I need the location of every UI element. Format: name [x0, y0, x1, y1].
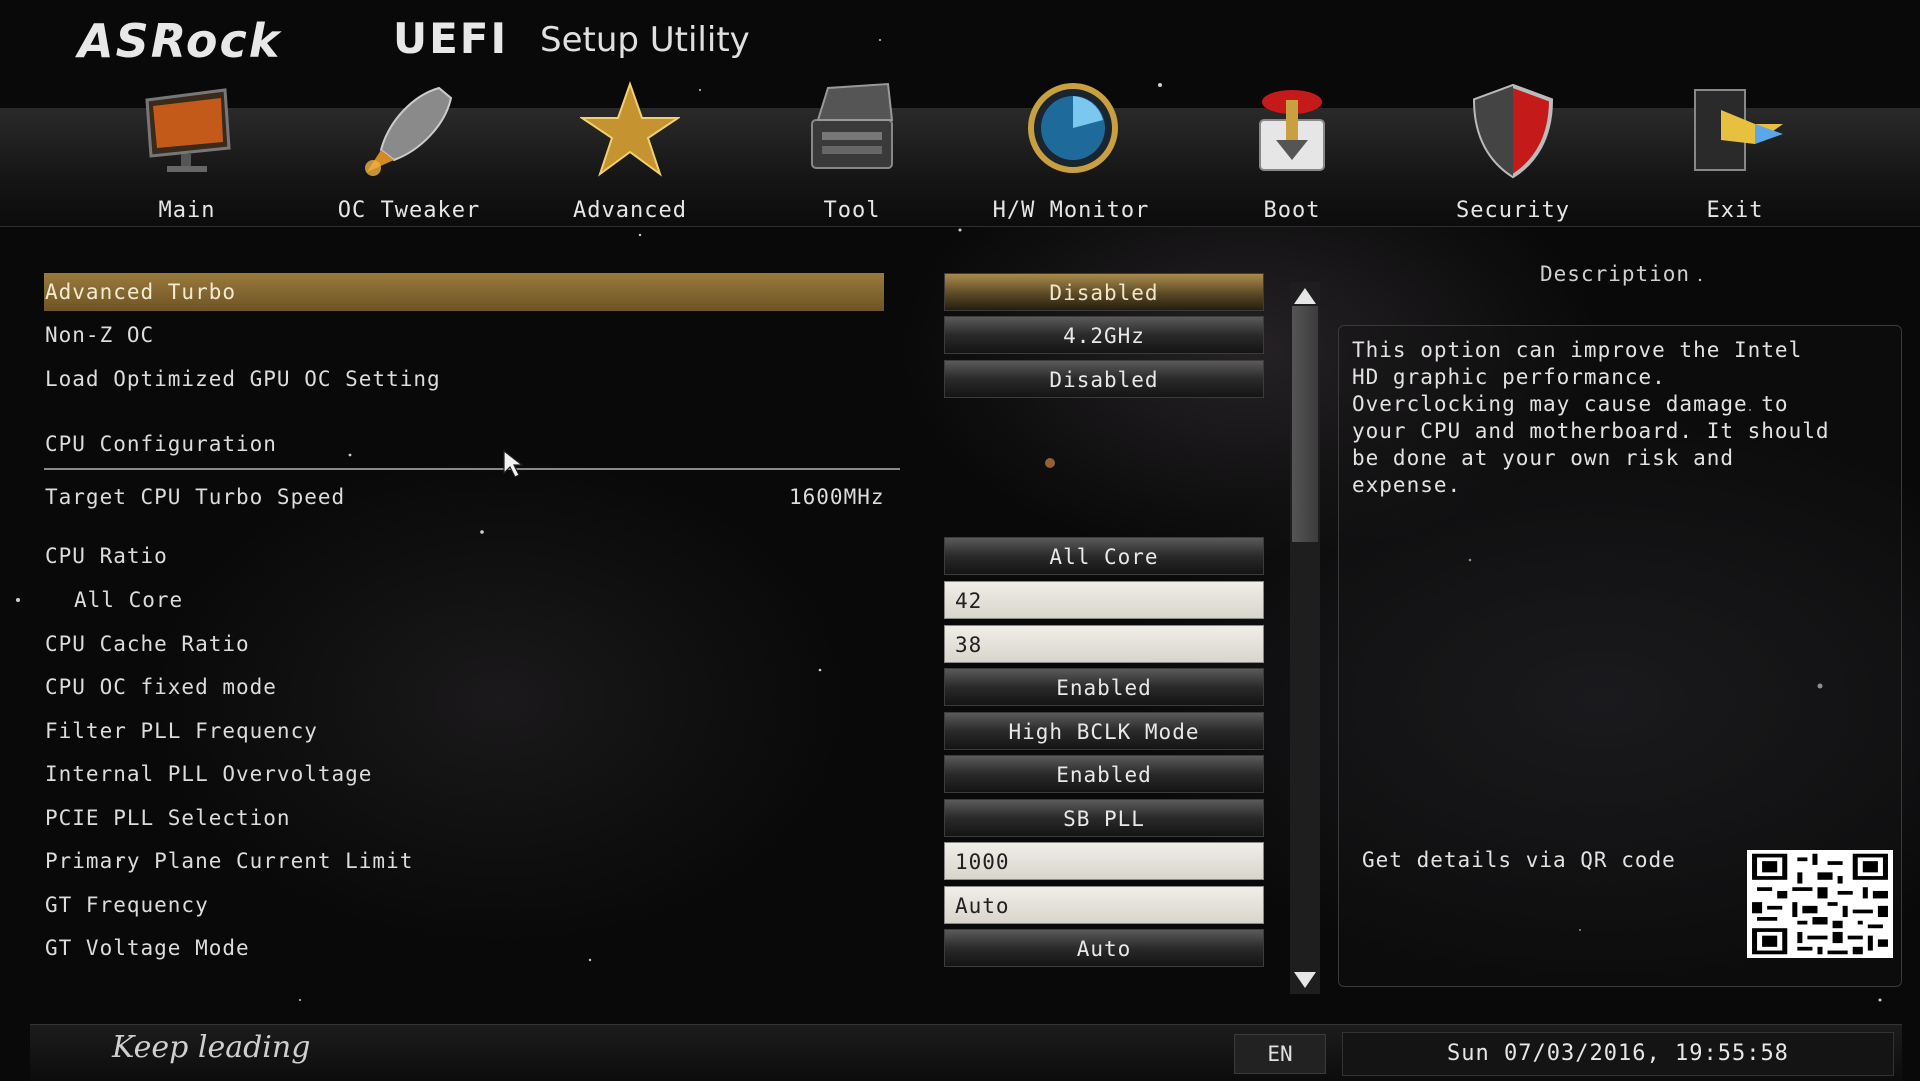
tab-exit-label: Exit — [1706, 198, 1764, 223]
uefi-title: UEFI — [393, 14, 509, 63]
setting-primary-plane-current-limit[interactable]: Primary Plane Current Limit — [44, 842, 884, 880]
star-icon — [580, 80, 680, 177]
setting-label: Target CPU Turbo Speed — [45, 485, 346, 509]
setting-cpu-cache-ratio[interactable]: CPU Cache Ratio — [44, 625, 884, 663]
setting-label: All Core — [74, 588, 184, 612]
setting-label: Non-Z OC — [45, 323, 155, 347]
tab-tool[interactable]: Tool — [757, 74, 947, 224]
setting-gt-frequency[interactable]: GT Frequency — [44, 886, 884, 924]
monitor-icon — [145, 88, 231, 172]
tab-oc-tweaker[interactable]: OC Tweaker — [314, 74, 504, 224]
setting-pcie-pll-selection[interactable]: PCIE PLL Selection — [44, 799, 884, 837]
setting-label: Advanced Turbo — [45, 280, 237, 304]
readonly-value: 1600MHz — [789, 485, 885, 509]
gpu-oc-select[interactable]: Disabled — [944, 360, 1264, 398]
setting-cpu-oc-fixed-mode[interactable]: CPU OC fixed mode — [44, 668, 884, 706]
description-line: Overclocking may cause damage to — [1352, 392, 1789, 416]
section-divider — [44, 468, 900, 470]
setting-filter-pll-frequency[interactable]: Filter PLL Frequency — [44, 712, 884, 750]
filter-pll-frequency-select[interactable]: High BCLK Mode — [944, 712, 1264, 750]
setting-label: GT Voltage Mode — [45, 936, 250, 960]
mouse-pointer-icon — [503, 449, 524, 478]
shield-icon — [1472, 83, 1554, 179]
description-line: HD graphic performance. — [1352, 365, 1666, 389]
tab-boot-label: Boot — [1263, 198, 1321, 223]
setting-internal-pll-overvoltage[interactable]: Internal PLL Overvoltage — [44, 755, 884, 793]
rocket-icon — [365, 86, 453, 176]
tab-boot[interactable]: Boot — [1197, 74, 1387, 224]
pcie-pll-selection-select[interactable]: SB PLL — [944, 799, 1264, 837]
scroll-down-arrow-icon[interactable] — [1290, 968, 1320, 992]
description-line: your CPU and motherboard. It should — [1352, 419, 1830, 443]
tab-hw-monitor[interactable]: H/W Monitor — [976, 74, 1166, 224]
primary-plane-current-limit-input[interactable]: 1000 — [944, 842, 1264, 880]
setting-non-z-oc[interactable]: Non-Z OC — [44, 316, 884, 354]
setup-utility-title: Setup Utility — [540, 20, 750, 60]
tab-advanced[interactable]: Advanced — [535, 74, 725, 224]
setting-label: Primary Plane Current Limit — [45, 849, 414, 873]
slogan: Keep leading — [112, 1030, 311, 1065]
tab-advanced-label: Advanced — [573, 198, 687, 223]
all-core-input[interactable]: 42 — [944, 581, 1264, 619]
setting-label: Filter PLL Frequency — [45, 719, 318, 743]
setting-cpu-ratio[interactable]: CPU Ratio — [44, 537, 884, 575]
asrock-logo: ASRock — [78, 14, 282, 68]
setting-label: CPU OC fixed mode — [45, 675, 277, 699]
advanced-turbo-select[interactable]: Disabled — [944, 273, 1264, 311]
setting-all-core[interactable]: All Core — [44, 581, 884, 619]
setting-label: Internal PLL Overvoltage — [45, 762, 373, 786]
cpu-ratio-select[interactable]: All Core — [944, 537, 1264, 575]
setting-label: PCIE PLL Selection — [45, 806, 291, 830]
setting-advanced-turbo[interactable]: Advanced Turbo — [44, 273, 884, 311]
section-cpu-configuration: CPU Configuration — [44, 425, 884, 463]
datetime-display: Sun 07/03/2016, 19:55:58 — [1342, 1032, 1894, 1076]
boot-icon — [1259, 90, 1325, 171]
scroll-up-arrow-icon[interactable] — [1290, 284, 1320, 308]
internal-pll-overvoltage-select[interactable]: Enabled — [944, 755, 1264, 793]
top-navigation-bar — [0, 108, 1920, 227]
setting-label: Load Optimized GPU OC Setting — [45, 367, 441, 391]
tab-security[interactable]: Security — [1418, 74, 1608, 224]
gt-frequency-input[interactable]: Auto — [944, 886, 1264, 924]
non-z-oc-select[interactable]: 4.2GHz — [944, 316, 1264, 354]
tab-tool-label: Tool — [823, 198, 881, 223]
tab-exit[interactable]: Exit — [1640, 74, 1830, 224]
qr-code-image — [1747, 850, 1893, 958]
description-title: Description — [1540, 262, 1691, 286]
setting-gt-voltage-mode[interactable]: GT Voltage Mode — [44, 929, 884, 967]
section-title: CPU Configuration — [45, 432, 277, 456]
tab-hw-monitor-label: H/W Monitor — [992, 198, 1150, 223]
language-button[interactable]: EN — [1234, 1034, 1326, 1074]
setting-target-cpu-turbo-speed: Target CPU Turbo Speed 1600MHz — [44, 478, 884, 516]
tab-main[interactable]: Main — [92, 74, 282, 224]
tab-main-label: Main — [158, 198, 216, 223]
cpu-cache-ratio-input[interactable]: 38 — [944, 625, 1264, 663]
setting-label: CPU Ratio — [45, 544, 168, 568]
description-line: be done at your own risk and — [1352, 446, 1735, 470]
tab-security-label: Security — [1456, 198, 1570, 223]
exit-icon — [1694, 89, 1783, 171]
cpu-oc-fixed-mode-select[interactable]: Enabled — [944, 668, 1264, 706]
setting-gpu-oc[interactable]: Load Optimized GPU OC Setting — [44, 360, 884, 398]
toolbox-icon — [811, 82, 894, 169]
gt-voltage-mode-select[interactable]: Auto — [944, 929, 1264, 967]
setting-label: GT Frequency — [45, 893, 209, 917]
description-line: expense. — [1352, 473, 1462, 497]
scrollbar-thumb[interactable] — [1292, 306, 1318, 542]
description-line: This option can improve the Intel — [1352, 338, 1803, 362]
tab-oc-tweaker-label: OC Tweaker — [337, 198, 481, 223]
qr-code-hint: Get details via QR code — [1362, 848, 1676, 872]
radar-icon — [1028, 83, 1118, 173]
setting-label: CPU Cache Ratio — [45, 632, 250, 656]
